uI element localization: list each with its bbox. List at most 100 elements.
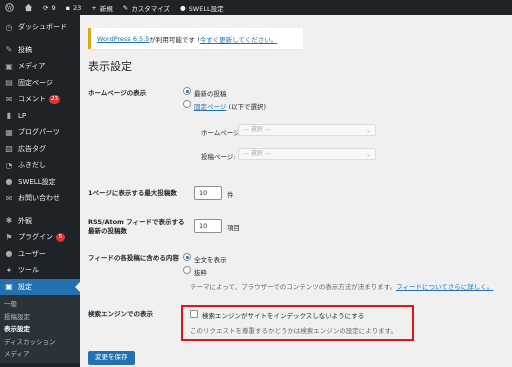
homepage-display-label: ホームページの表示 — [88, 89, 147, 97]
settings-submenu: 一般 投稿設定 表示設定 ディスカッション メディア — [0, 295, 80, 363]
page-title: 表示設定 — [88, 60, 132, 73]
swell-icon: ● — [5, 177, 13, 187]
settings-icon: ▣ — [5, 282, 13, 292]
sidebar-item-label: お問い合わせ — [18, 194, 60, 203]
sidebar-item-label: ユーザー — [18, 249, 46, 258]
homepage-select-label: ホームページ: — [201, 129, 242, 137]
updates-icon: ⟳ — [43, 3, 49, 12]
sidebar-item-plugins[interactable]: ⚑ プラグイン 5 — [0, 229, 80, 246]
sidebar-item-label: 広告タグ — [18, 144, 46, 153]
sidebar-item-label: プラグイン — [18, 233, 53, 242]
ad-tag-icon: ▧ — [5, 144, 13, 154]
sidebar-item-dashboard[interactable]: ◷ ダッシュボード — [0, 19, 80, 36]
static-page-radio[interactable] — [183, 100, 191, 108]
customize-item[interactable]: ✎ カスタマイズ — [118, 0, 175, 15]
swell-icon: ● — [180, 3, 186, 12]
comments-item[interactable]: ▪ 23 — [61, 0, 87, 15]
updates-count: 9 — [51, 3, 56, 12]
posts-page-select-label: 投稿ページ: — [201, 153, 236, 161]
latest-posts-radio[interactable] — [183, 87, 191, 95]
home-icon[interactable] — [19, 0, 38, 15]
appearance-icon: ✱ — [5, 216, 13, 226]
sidebar-item-ad-tag[interactable]: ▧ 広告タグ — [0, 141, 80, 158]
sidebar-item-blog-parts[interactable]: ▦ ブログパーツ — [0, 124, 80, 141]
updates-item[interactable]: ⟳ 9 — [38, 0, 61, 15]
update-notice: WordPress 6.5.5 が利用可能です ! 今すぐ更新してください。 — [88, 28, 303, 49]
latest-posts-label: 最新の投稿 — [194, 90, 227, 98]
excerpt-label: 抜粋 — [194, 269, 207, 277]
sidebar-item-label: メディア — [18, 62, 46, 71]
chevron-down-icon: ⌄ — [365, 151, 371, 158]
pin-icon: ✎ — [5, 45, 13, 55]
update-now-link[interactable]: 今すぐ更新してください。 — [200, 34, 278, 44]
tool-icon: ✦ — [5, 265, 13, 275]
sidebar-item-label: 投稿 — [18, 45, 32, 54]
posts-per-page-label: 1ページに表示する最大投稿数 — [88, 189, 177, 197]
rss-posts-input[interactable]: 10 — [194, 219, 222, 233]
sidebar-item-posts[interactable]: ✎ 投稿 — [0, 42, 80, 59]
plus-icon: + — [91, 3, 97, 12]
sidebar-item-settings[interactable]: ▣ 設定 — [0, 278, 80, 295]
swell-label: SWELL設定 — [188, 4, 224, 13]
notice-text: が利用可能です ! — [149, 35, 200, 44]
sidebar-item-label: 設定 — [18, 282, 32, 291]
sidebar-item-contact[interactable]: ✉ お問い合わせ — [0, 190, 80, 207]
sidebar-item-tools[interactable]: ✦ ツール — [0, 262, 80, 279]
sidebar-item-lp[interactable]: ▮ LP — [0, 108, 80, 125]
sidebar-item-appearance[interactable]: ✱ 外観 — [0, 213, 80, 230]
wordpress-version-link[interactable]: WordPress 6.5.5 — [97, 35, 149, 43]
sidebar-item-label: SWELL設定 — [18, 177, 56, 186]
sidebar-item-balloon[interactable]: ◔ ふきだし — [0, 157, 80, 174]
plugin-icon: ⚑ — [5, 232, 13, 242]
submenu-item-media[interactable]: メディア — [0, 348, 80, 361]
chevron-down-icon: ⌄ — [365, 127, 371, 134]
comment-icon: ✉ — [5, 94, 13, 104]
static-page-suffix: (以下で選択) — [226, 103, 267, 111]
new-content-item[interactable]: + 新規 — [86, 0, 117, 15]
user-icon: ● — [5, 249, 13, 259]
sidebar-item-label: LP — [18, 111, 27, 120]
submenu-item-general[interactable]: 一般 — [0, 298, 80, 311]
svg-text:W: W — [7, 5, 13, 11]
wordpress-logo-icon[interactable]: W — [0, 0, 19, 15]
sidebar-item-users[interactable]: ● ユーザー — [0, 246, 80, 263]
sidebar-item-media[interactable]: ▣ メディア — [0, 58, 80, 75]
feed-theme-note: テーマによって、ブラウザーでのコンテンツの表示方法が決まります。フィードについて… — [190, 281, 493, 291]
sidebar-item-label: ツール — [18, 266, 39, 275]
highlight-box — [181, 305, 414, 341]
comments-badge: 23 — [49, 94, 60, 104]
customize-label: カスタマイズ — [131, 4, 170, 13]
dashboard-icon: ◷ — [5, 22, 13, 32]
sidebar-item-label: コメント — [18, 95, 46, 104]
posts-page-select-value: — 選択 — — [243, 150, 271, 157]
rss-posts-label: RSS/Atom フィードで表示する最新の投稿数 — [88, 218, 185, 235]
save-changes-button[interactable]: 変更を保存 — [88, 351, 135, 365]
plugins-badge: 5 — [56, 232, 65, 242]
sidebar-item-label: ふきだし — [18, 161, 46, 170]
search-visibility-label: 検索エンジンでの表示 — [88, 310, 153, 318]
sidebar-item-comments[interactable]: ✉ コメント 23 — [0, 91, 80, 108]
comment-bubble-icon: ▪ — [65, 3, 70, 12]
full-text-radio[interactable] — [183, 253, 191, 261]
static-page-link[interactable]: 固定ページ — [194, 103, 226, 111]
feed-content-label: フィードの各投稿に含める内容 — [88, 254, 179, 262]
balloon-icon: ◔ — [5, 160, 13, 170]
posts-page-select[interactable]: — 選択 — ⌄ — [238, 148, 376, 160]
sidebar-item-label: ダッシュボード — [18, 23, 67, 32]
sidebar-item-label: 外観 — [18, 216, 32, 225]
submenu-item-reading[interactable]: 表示設定 — [0, 323, 80, 336]
static-page-option: 固定ページ (以下で選択) — [194, 101, 266, 111]
feed-learn-more-link[interactable]: フィードについてさらに詳しく。 — [396, 283, 493, 291]
swell-settings-item[interactable]: ● SWELL設定 — [175, 0, 229, 15]
homepage-select[interactable]: — 選択 — ⌄ — [238, 124, 376, 136]
submenu-item-discussion[interactable]: ディスカッション — [0, 336, 80, 349]
admin-bar: W ⟳ 9 ▪ 23 + 新規 ✎ カスタマイズ ● SWELL設定 — [0, 0, 512, 15]
excerpt-radio[interactable] — [183, 266, 191, 274]
sidebar-item-pages[interactable]: ▤ 固定ページ — [0, 75, 80, 92]
feed-note-text: テーマによって、ブラウザーでのコンテンツの表示方法が決まります。 — [190, 283, 397, 291]
submenu-item-writing[interactable]: 投稿設定 — [0, 311, 80, 324]
media-icon: ▣ — [5, 61, 13, 71]
sidebar-item-swell-settings[interactable]: ● SWELL設定 — [0, 174, 80, 191]
full-text-label: 全文を表示 — [194, 256, 227, 264]
posts-per-page-input[interactable]: 10 — [194, 186, 222, 200]
